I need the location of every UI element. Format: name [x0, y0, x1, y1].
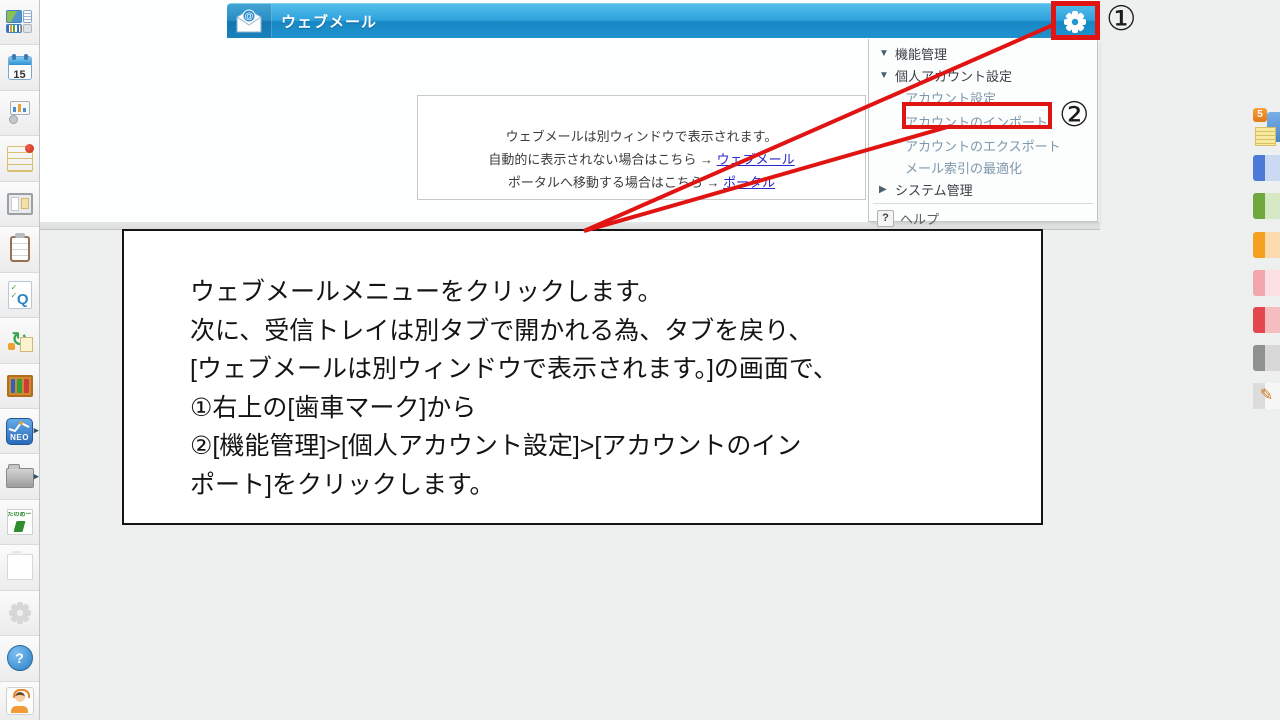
folder-icon	[5, 464, 34, 489]
sidebar-item-bulletin-board[interactable]	[0, 181, 39, 228]
sidebar-item-survey[interactable]: ✓ ✓ Q	[0, 272, 39, 319]
photo-banner-icon	[6, 554, 33, 581]
tanomeru-icon: たのめーる	[6, 509, 33, 536]
survey-check-icon: ✓ ✓ Q	[7, 280, 32, 309]
sidebar-item-support[interactable]	[0, 681, 39, 720]
right-tab-gray[interactable]	[1253, 345, 1280, 371]
expander-arrow-icon[interactable]: ▶	[34, 473, 39, 480]
sidebar-item-equipment[interactable]	[0, 90, 39, 137]
right-tab-pink[interactable]	[1253, 270, 1280, 296]
presentation-board-icon	[7, 100, 33, 126]
right-tab-green[interactable]	[1253, 193, 1280, 219]
step-2-marker: ②	[1059, 96, 1090, 134]
bulletin-board-icon	[6, 192, 33, 215]
menu-item-help[interactable]: ? ヘルプ	[869, 206, 1097, 230]
right-tab-red[interactable]	[1253, 307, 1280, 333]
menu-divider	[873, 203, 1093, 204]
right-tab-orange[interactable]	[1253, 232, 1280, 258]
help-question-icon: ?	[877, 209, 894, 227]
circulation-icon: ↻	[7, 327, 33, 353]
app-sidebar: 15 ✓ ✓ Q ↻ NEO ▶ ▶	[0, 0, 40, 720]
memo-icon	[6, 143, 34, 172]
menu-item-function-management[interactable]: ▼ 機能管理	[869, 42, 1097, 64]
chevron-right-icon: ▶	[879, 183, 887, 195]
instruction-text: ウェブメールメニューをクリックします。 次に、受信トレイは別タブで開かれる為、タ…	[190, 278, 838, 499]
gear-icon	[1064, 10, 1086, 33]
webmail-header-bar: @ ウェブメール	[227, 3, 1098, 38]
sidebar-item-neo[interactable]: NEO ▶	[0, 408, 39, 455]
chevron-down-icon: ▼	[879, 69, 889, 81]
help-icon: ?	[6, 645, 33, 672]
calendar-icon: 15	[7, 53, 32, 81]
settings-gear-button[interactable]	[1054, 4, 1096, 39]
pencil-edit-icon[interactable]: ✎	[1253, 383, 1280, 409]
webmail-app-icon-zone: @	[227, 4, 272, 38]
sidebar-item-help[interactable]: ?	[0, 636, 39, 682]
sidebar-item-photo-banner[interactable]	[0, 545, 39, 591]
menu-item-mail-index-optimization[interactable]: メール索引の最適化	[869, 156, 1097, 178]
sidebar-item-cabinet[interactable]	[0, 363, 39, 409]
gear-disabled-icon	[8, 601, 31, 624]
portal-icon	[5, 9, 34, 35]
step-1-marker: ①	[1106, 0, 1137, 38]
instruction-note-box: ウェブメールメニューをクリックします。 次に、受信トレイは別タブで開かれる為、タ…	[122, 229, 1043, 525]
sidebar-item-folder[interactable]: ▶	[0, 454, 39, 500]
right-tab-blue[interactable]	[1253, 155, 1280, 181]
note-count-badge: 5	[1253, 108, 1267, 122]
sidebar-item-portal[interactable]	[0, 0, 39, 46]
right-rail-note-icon[interactable]: 5	[1253, 108, 1280, 148]
message-line-2: 自動的に表示されない場合はこちら → ウェブメール	[488, 152, 795, 167]
menu-item-personal-account-settings[interactable]: ▼ 個人アカウント設定	[869, 64, 1097, 86]
sidebar-item-clipboard[interactable]	[0, 227, 39, 273]
clipboard-icon	[9, 236, 30, 263]
sidebar-item-settings[interactable]	[0, 590, 39, 637]
sidebar-item-calendar[interactable]: 15	[0, 45, 39, 91]
webmail-link[interactable]: ウェブメール	[717, 152, 795, 167]
sticky-note-icon	[1255, 127, 1276, 146]
sidebar-item-circulation[interactable]: ↻	[0, 318, 39, 364]
envelope-icon: @	[236, 9, 262, 33]
message-line-3: ポータルへ移動する場合はこちら → ポータル	[507, 175, 776, 190]
support-operator-icon	[5, 686, 34, 715]
chevron-down-icon: ▼	[879, 47, 889, 59]
menu-item-account-export[interactable]: アカウントのエクスポート	[869, 134, 1097, 156]
sidebar-item-tanomeru[interactable]: たのめーる	[0, 499, 39, 546]
webmail-popup-message-panel: ウェブメールは別ウィンドウで表示されます。 自動的に表示されない場合はこちら →…	[417, 95, 866, 200]
page-title: ウェブメール	[281, 13, 378, 31]
expander-arrow-icon[interactable]: ▶	[34, 428, 39, 435]
portal-link[interactable]: ポータル	[723, 175, 775, 190]
svg-text:@: @	[244, 11, 253, 21]
menu-item-system-management[interactable]: ▶ システム管理	[869, 178, 1097, 200]
neo-app-icon: NEO	[6, 417, 33, 445]
sidebar-item-memo[interactable]	[0, 136, 39, 182]
message-line-1: ウェブメールは別ウィンドウで表示されます。	[505, 129, 778, 144]
bookshelf-icon	[6, 374, 33, 397]
